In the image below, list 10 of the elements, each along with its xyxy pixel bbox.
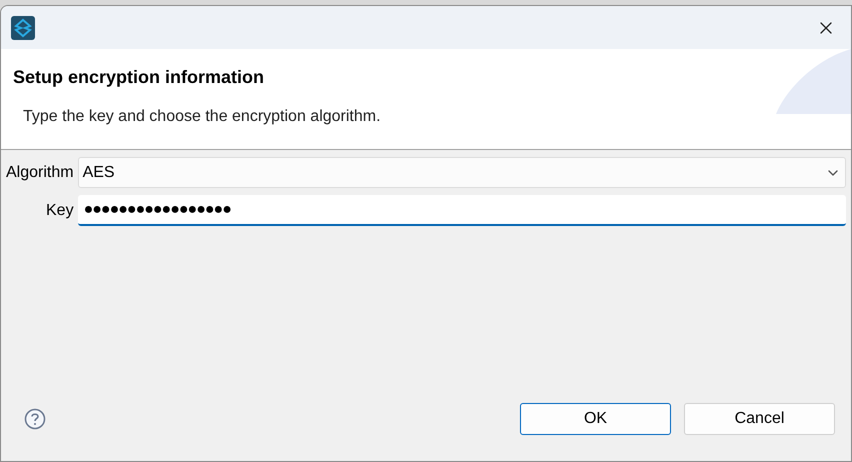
header-message: Type the key and choose the encryption algorithm.	[23, 107, 381, 127]
algorithm-dropdown[interactable]: AES	[78, 157, 846, 188]
key-field[interactable]: ●●●●●●●●●●●●●●●●●	[78, 195, 846, 226]
help-icon[interactable]	[24, 408, 46, 430]
dialog-button[interactable]: OK	[520, 403, 671, 435]
app-logo-icon	[11, 16, 35, 40]
dialog-button[interactable]: Cancel	[684, 403, 835, 435]
field-label: Algorithm	[6, 162, 74, 182]
header-title: Setup encryption information	[13, 66, 264, 89]
field-label: Key	[45, 200, 74, 220]
